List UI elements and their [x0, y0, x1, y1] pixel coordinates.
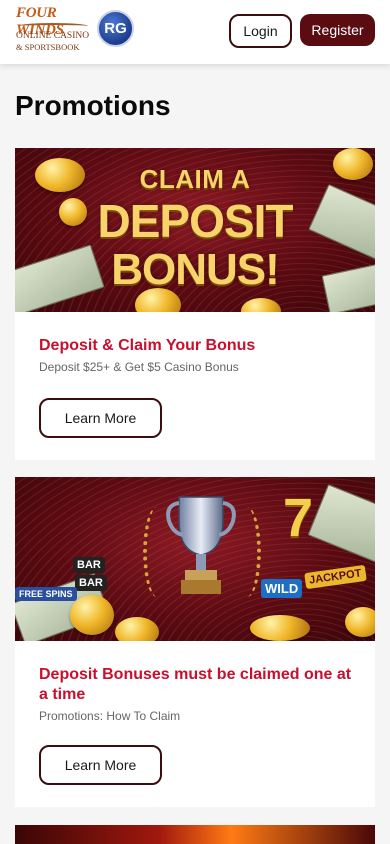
- trophy-icon: [166, 496, 236, 594]
- gold-coin-icon: [115, 617, 159, 641]
- logo-subtitle-2: & SPORTSBOOK: [16, 42, 80, 52]
- banner-headline-line3: BONUS!: [111, 245, 280, 294]
- promo-title[interactable]: Deposit & Claim Your Bonus: [39, 336, 255, 356]
- promo-subtitle: Promotions: How To Claim: [39, 709, 181, 723]
- promo-banner-next[interactable]: [15, 825, 375, 844]
- banner-headline: CLAIM A DEPOSIT BONUS!: [15, 166, 375, 292]
- four-winds-logo[interactable]: FOUR WINDS ONLINE CASINO & SPORTSBOOK: [14, 5, 92, 57]
- page-title: Promotions: [15, 90, 171, 121]
- promo-banner-claim-rules[interactable]: BAR BAR WILD JACKPOT FREE SPINS 7: [15, 477, 375, 641]
- learn-more-button[interactable]: Learn More: [39, 745, 162, 785]
- gold-coin-icon: [345, 607, 375, 637]
- banner-headline-line1: CLAIM A: [139, 164, 251, 194]
- promo-card-next: [15, 825, 375, 844]
- promo-card-deposit-bonus: CLAIM A DEPOSIT BONUS! Deposit & Claim Y…: [15, 148, 375, 460]
- promo-banner-deposit-bonus[interactable]: CLAIM A DEPOSIT BONUS!: [15, 148, 375, 312]
- site-header: FOUR WINDS ONLINE CASINO & SPORTSBOOK RG…: [0, 0, 390, 64]
- promo-card-claim-rules: BAR BAR WILD JACKPOT FREE SPINS 7 Deposi…: [15, 477, 375, 807]
- bar-symbol-icon: BAR: [73, 557, 105, 573]
- banner-headline-line2: DEPOSIT: [97, 195, 294, 247]
- promo-subtitle: Deposit $25+ & Get $5 Casino Bonus: [39, 360, 239, 374]
- responsible-gaming-badge[interactable]: RG: [97, 10, 134, 47]
- register-button[interactable]: Register: [300, 14, 375, 46]
- login-button[interactable]: Login: [229, 14, 292, 48]
- seven-symbol-icon: 7: [283, 488, 314, 548]
- learn-more-button[interactable]: Learn More: [39, 398, 162, 438]
- laurel-right-icon: [233, 507, 261, 597]
- logo-subtitle-1: ONLINE CASINO: [16, 31, 90, 41]
- free-spins-symbol-icon: FREE SPINS: [15, 587, 77, 601]
- gold-coin-icon: [250, 615, 310, 641]
- promo-text: Deposit Bonuses must be claimed one at a…: [39, 665, 359, 723]
- promo-text: Deposit & Claim Your Bonus Deposit $25+ …: [39, 336, 255, 374]
- gold-coin-icon: [70, 595, 114, 635]
- logo-feather-icon: [18, 23, 88, 29]
- laurel-left-icon: [143, 507, 171, 597]
- wild-symbol-icon: WILD: [261, 579, 303, 598]
- promo-title[interactable]: Deposit Bonuses must be claimed one at a…: [39, 665, 359, 705]
- bar-symbol-icon: BAR: [75, 575, 107, 591]
